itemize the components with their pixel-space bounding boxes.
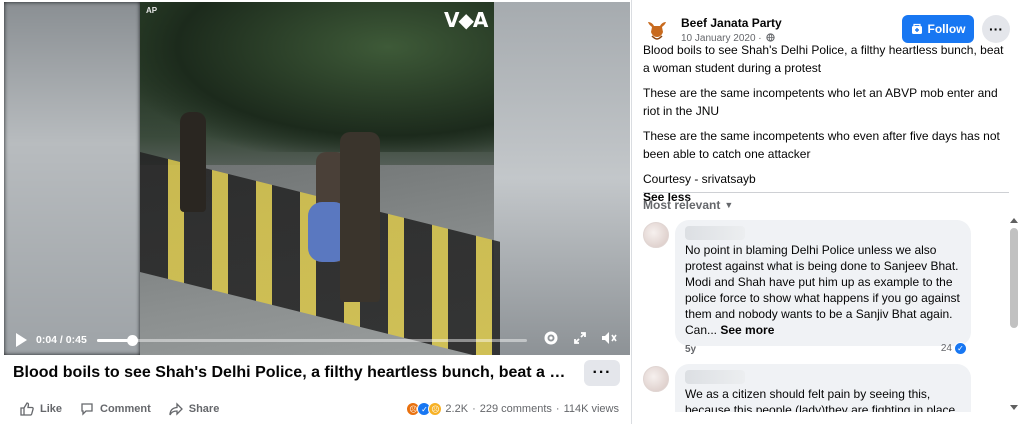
see-more-link[interactable]: See more [720,323,774,337]
share-icon [169,402,183,416]
scroll-up-icon[interactable] [1010,218,1018,223]
divider [643,192,1009,193]
video-blur-left [4,2,140,355]
bull-logo-icon [643,14,671,42]
time-total: 0:45 [65,334,87,346]
scrollbar-thumb[interactable] [1010,228,1018,328]
page-name[interactable]: Beef Janata Party [681,16,782,30]
post-side-panel: Beef Janata Party 10 January 2020 · Foll… [632,0,1024,424]
comment-likes[interactable]: 24 ✓ [941,342,967,355]
post-actions: Like Comment Share [20,402,237,416]
post-paragraph: Blood boils to see Shah's Delhi Police, … [643,43,1004,75]
post-title: Blood boils to see Shah's Delhi Police, … [13,364,573,381]
comments-scrollbar[interactable] [1008,216,1020,412]
progress-knob[interactable] [127,334,139,346]
settings-icon[interactable] [543,330,559,350]
thumbs-up-icon [20,402,34,416]
commenter-avatar[interactable] [643,366,669,392]
reaction-count[interactable]: 2.2K [445,403,468,415]
comment-like-count: 24 [940,343,952,354]
comment-icon [81,403,93,416]
share-button[interactable]: Share [169,402,220,416]
follow-button[interactable]: Follow [902,15,974,43]
progress-bar[interactable] [96,334,527,346]
play-icon[interactable] [16,333,27,347]
comment-text: We as a citizen should felt pain by seei… [685,387,956,412]
post-stats: ☹ ✓ ☹ 2.2K · 229 comments · 114K views [406,402,619,416]
video-player[interactable]: AP V◆A [4,2,630,355]
video-post-area: AP V◆A 0:04 / 0:45 Blood boils to see Sh… [0,0,632,424]
follow-icon [911,23,922,34]
time-current: 0:04 [36,334,58,346]
stats-separator: · [555,403,560,415]
comment-count[interactable]: 229 comments [480,403,552,415]
view-count: 114K views [563,403,619,415]
share-label: Share [188,403,220,415]
commenter-name-redacted[interactable] [685,226,745,240]
page-avatar[interactable] [643,14,671,42]
post-menu-button[interactable]: ··· [982,15,1010,43]
comment-sort-dropdown[interactable]: Most relevant ▼ [643,198,733,212]
post-paragraph: These are the same incompetents who even… [643,129,1000,161]
time-readout: 0:04 / 0:45 [36,334,87,346]
sad-reaction-icon: ☹ [428,402,443,416]
agency-watermark: AP [146,6,158,15]
sort-label: Most relevant [643,198,721,212]
voa-logo: V◆A [444,8,488,32]
reaction-icons[interactable]: ☹ ✓ ☹ [406,402,443,416]
video-blur-right [494,2,630,355]
comment-bubble: No point in blaming Delhi Police unless … [675,220,971,346]
commenter-name-redacted[interactable] [685,370,745,384]
like-label: Like [40,403,63,415]
volume-icon[interactable] [601,331,617,349]
comment-bubble: We as a citizen should felt pain by seei… [675,364,971,412]
video-controls: 0:04 / 0:45 [4,326,630,354]
commenter-avatar[interactable] [643,222,669,248]
post-paragraph: These are the same incompetents who let … [643,86,998,118]
follow-label: Follow [927,22,966,36]
caret-down-icon: ▼ [724,200,734,210]
video-frame [140,2,500,355]
comment-age[interactable]: 5y [685,344,696,355]
scene-person [340,132,380,302]
post-more-button[interactable]: ··· [584,360,620,386]
comments-list: No point in blaming Delhi Police unless … [632,216,1012,412]
fullscreen-icon[interactable] [573,331,587,349]
comment-label: Comment [100,403,151,415]
like-reaction-icon: ✓ [954,342,967,355]
like-button[interactable]: Like [20,402,62,416]
scroll-down-icon[interactable] [1010,405,1018,410]
post-body: Blood boils to see Shah's Delhi Police, … [643,41,1013,206]
post-paragraph: Courtesy - srivatsayb [643,172,756,186]
scene-person [180,112,206,212]
stats-separator: · [472,403,476,415]
comment-button[interactable]: Comment [80,402,151,416]
